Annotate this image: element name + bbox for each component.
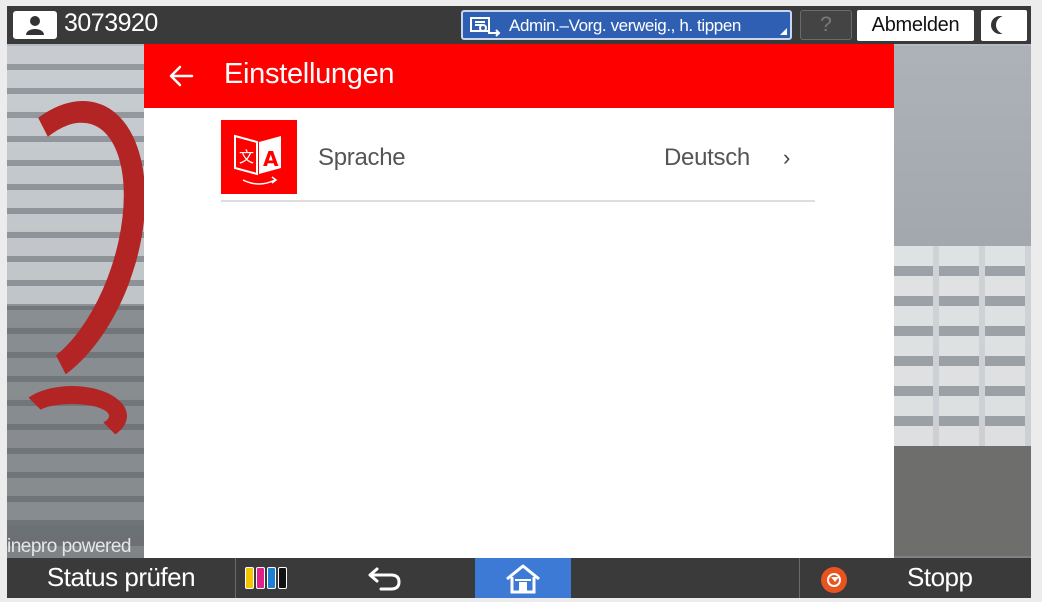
moon-icon: [996, 16, 1014, 34]
stop-icon[interactable]: [821, 567, 847, 593]
svg-text:文: 文: [239, 148, 254, 166]
energy-saver-button[interactable]: [981, 10, 1027, 41]
bottom-bar: Status prüfen Stopp: [7, 558, 1031, 598]
stop-button[interactable]: Stopp: [907, 558, 973, 596]
home-button[interactable]: [475, 558, 571, 598]
admin-status-button[interactable]: Admin.–Vorg. verweig., h. tippen: [461, 10, 792, 40]
vendor-watermark: inepro powered: [7, 536, 131, 557]
background-sculpture-lower: [17, 386, 127, 446]
user-button[interactable]: [13, 11, 57, 39]
bottom-divider: [799, 558, 800, 598]
svg-text:A: A: [263, 147, 279, 171]
background-sky-right: [893, 46, 1031, 246]
home-icon: [506, 564, 540, 594]
toner-cyan: [267, 567, 276, 589]
panel-header: Einstellungen: [144, 44, 894, 108]
status-check-button[interactable]: Status prüfen: [7, 558, 236, 598]
admin-status-text: Admin.–Vorg. verweig., h. tippen: [509, 16, 741, 35]
language-icon: A 文: [221, 120, 297, 194]
settings-panel: Einstellungen A 文 Sprache Deutsch ›: [144, 44, 894, 560]
page-title: Einstellungen: [224, 58, 395, 90]
toner-yellow: [245, 567, 254, 589]
setting-value: Deutsch: [664, 144, 750, 171]
user-id: 3073920: [64, 9, 158, 37]
return-icon[interactable]: [367, 565, 403, 591]
logout-button[interactable]: Abmelden: [857, 10, 974, 41]
device-screen: 3073920 Admin.–Vorg. verweig., h. tippen…: [7, 6, 1031, 598]
back-arrow-icon[interactable]: [168, 64, 194, 88]
background-building-right: [893, 246, 1031, 446]
toner-level-icon[interactable]: [245, 567, 289, 591]
toner-black: [278, 567, 287, 589]
admin-device-icon: [470, 17, 501, 37]
chevron-right-icon: ›: [783, 145, 791, 170]
setting-label: Sprache: [318, 144, 406, 171]
toner-magenta: [256, 567, 265, 589]
dropdown-corner-icon: [780, 28, 787, 35]
settings-row-language[interactable]: A 文 Sprache Deutsch ›: [221, 120, 815, 202]
help-button[interactable]: ?: [800, 10, 852, 40]
user-icon: [26, 16, 44, 35]
background-ground-right: [893, 446, 1031, 556]
top-bar: 3073920 Admin.–Vorg. verweig., h. tippen…: [7, 6, 1031, 44]
